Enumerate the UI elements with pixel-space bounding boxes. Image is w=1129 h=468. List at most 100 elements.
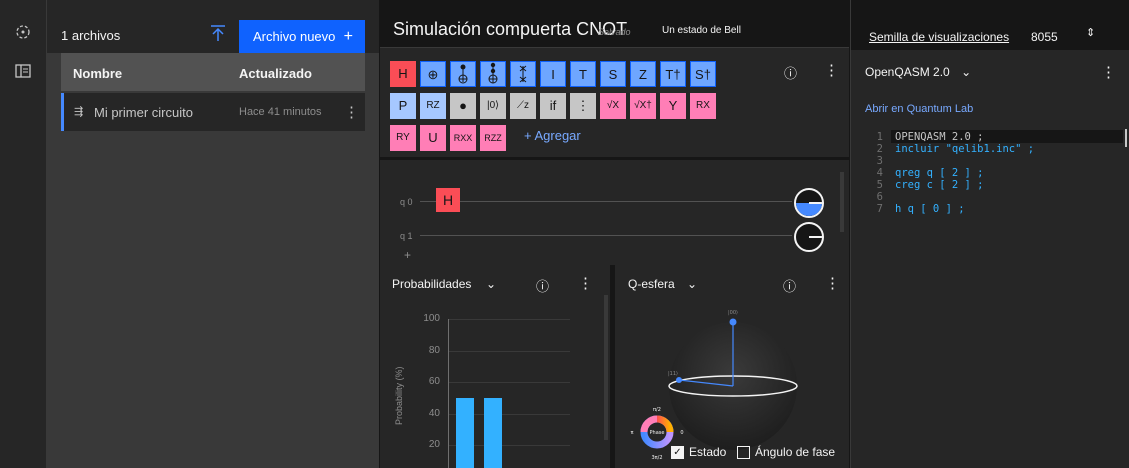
- seed-stepper-icon[interactable]: ⇕: [1086, 26, 1095, 39]
- probability-axis-label: Probability (%): [394, 366, 404, 425]
- y-tick-label: 20: [428, 439, 440, 451]
- y-tick-label: 80: [428, 344, 440, 356]
- add-qubit-icon[interactable]: +: [404, 248, 411, 262]
- gate-rz[interactable]: RZ: [420, 93, 446, 119]
- app-root: 1 archivos Archivo nuevo + Nombre Actual…: [0, 0, 1129, 468]
- scrollbar[interactable]: [840, 172, 844, 232]
- left-rail: [0, 0, 47, 468]
- overflow-menu-icon[interactable]: ⋮: [578, 274, 593, 292]
- gate-tdg[interactable]: T†: [660, 61, 686, 87]
- bloch-meter-q0: [794, 188, 824, 218]
- gate-measure[interactable]: ⟋z: [510, 93, 536, 119]
- state-checkbox[interactable]: ✓ Estado: [671, 445, 727, 460]
- probabilities-chart: Probability (%) 100 80 60 40 20: [380, 305, 610, 468]
- upload-icon[interactable]: [209, 24, 227, 42]
- gate-t[interactable]: T: [570, 61, 596, 87]
- probabilities-panel: Probabilidades ⌄ ⓘ ⋮ Probability (%) 100…: [380, 265, 610, 468]
- overflow-menu-icon[interactable]: ⋮: [344, 103, 359, 121]
- svg-text:π: π: [630, 430, 633, 436]
- grid-line: [448, 350, 570, 352]
- gate-ry[interactable]: RY: [390, 125, 416, 151]
- title-bar: Simulación compuerta CNOT Salvado Un est…: [380, 8, 849, 44]
- checkbox-checked-icon[interactable]: ✓: [671, 446, 684, 460]
- gate-palette: H ⊕ I T S Z T† S† ⓘ ⋮ P RZ ● |0⟩ ⟋z if ⋮…: [380, 47, 849, 157]
- overflow-menu-icon[interactable]: ⋮: [825, 274, 840, 292]
- panel-icon[interactable]: [14, 64, 32, 82]
- compass-icon[interactable]: [14, 24, 32, 42]
- file-updated: Hace 41 minutos: [239, 106, 322, 118]
- language-select[interactable]: OpenQASM 2.0 ⌄: [865, 65, 971, 79]
- gate-y[interactable]: Y: [660, 93, 686, 119]
- y-axis-line: [448, 319, 449, 468]
- y-tick-label: 40: [428, 407, 440, 419]
- gate-ccx[interactable]: [480, 61, 506, 87]
- circuit-description[interactable]: Un estado de Bell: [662, 25, 741, 36]
- info-icon[interactable]: ⓘ: [784, 63, 797, 82]
- info-icon[interactable]: ⓘ: [536, 276, 549, 295]
- code-editor-column: Semilla de visualizaciones 8055 ⇕ OpenQA…: [850, 0, 1129, 468]
- open-quantum-lab-link[interactable]: Abrir en Quantum Lab: [865, 103, 973, 115]
- overflow-menu-icon[interactable]: ⋮: [1101, 63, 1116, 81]
- qsphere-title[interactable]: Q-esfera: [628, 277, 675, 291]
- gate-reset[interactable]: |0⟩: [480, 93, 506, 119]
- gate-toffoli[interactable]: [450, 61, 476, 87]
- save-status: Salvado: [598, 27, 631, 37]
- gate-rx[interactable]: RX: [690, 93, 716, 119]
- page-title[interactable]: Simulación compuerta CNOT: [393, 19, 627, 40]
- gate-i[interactable]: I: [540, 61, 566, 87]
- qubit-wire-q0: [420, 201, 792, 202]
- text-cursor: [1125, 129, 1127, 147]
- new-file-button[interactable]: Archivo nuevo +: [239, 20, 365, 53]
- circuit-icon: ⇶: [74, 106, 84, 118]
- add-gate-link[interactable]: + Agregar: [524, 128, 581, 143]
- gate-sxdg[interactable]: √X†: [630, 93, 656, 119]
- bloch-meter-q1: [794, 222, 824, 252]
- phase-angle-checkbox-label: Ángulo de fase: [755, 445, 836, 459]
- file-name[interactable]: Mi primer circuito: [94, 105, 193, 120]
- placed-gate-h[interactable]: H: [436, 188, 460, 212]
- bar-11[interactable]: [484, 398, 502, 468]
- table-row[interactable]: ⇶ Mi primer circuito Hace 41 minutos ⋮: [61, 93, 365, 131]
- files-count: 1 archivos: [61, 28, 121, 43]
- gate-rzz[interactable]: RZZ: [480, 125, 506, 151]
- seed-bar: Semilla de visualizaciones 8055 ⇕: [851, 8, 1129, 48]
- state-label-11: |11⟩: [668, 371, 678, 377]
- column-updated[interactable]: Actualizado: [239, 66, 312, 81]
- gate-h[interactable]: H: [390, 61, 416, 87]
- probabilities-title[interactable]: Probabilidades: [392, 277, 471, 291]
- phase-angle-checkbox[interactable]: Ángulo de fase: [737, 445, 836, 460]
- gate-u[interactable]: U: [420, 125, 446, 151]
- gate-swap[interactable]: [510, 61, 536, 87]
- files-panel: 1 archivos Archivo nuevo + Nombre Actual…: [47, 0, 379, 468]
- gate-barrier[interactable]: ●: [450, 93, 476, 119]
- files-table-header: Nombre Actualizado: [61, 53, 365, 91]
- overflow-menu-icon[interactable]: ⋮: [824, 61, 839, 79]
- code-panel: OpenQASM 2.0 ⌄ ⋮ Abrir en Quantum Lab 1O…: [851, 50, 1129, 468]
- chevron-down-icon[interactable]: ⌄: [687, 277, 697, 291]
- visualization-seed-value[interactable]: 8055: [1031, 30, 1058, 44]
- chevron-down-icon[interactable]: ⌄: [486, 277, 496, 291]
- gate-if[interactable]: if: [540, 93, 566, 119]
- gate-barrier-dashed[interactable]: ⋮: [570, 93, 596, 119]
- bar-00[interactable]: [456, 398, 474, 468]
- state-checkbox-label: Estado: [689, 445, 727, 459]
- gate-p[interactable]: P: [390, 93, 416, 119]
- svg-text:3π/2: 3π/2: [651, 455, 662, 461]
- info-icon[interactable]: ⓘ: [783, 276, 796, 295]
- gate-s[interactable]: S: [600, 61, 626, 87]
- column-name[interactable]: Nombre: [73, 66, 122, 81]
- gate-sdg[interactable]: S†: [690, 61, 716, 87]
- grid-line: [448, 382, 570, 384]
- qubit-label-q0: q 0: [400, 197, 413, 207]
- checkbox-unchecked-icon[interactable]: [737, 446, 750, 460]
- svg-text:π/2: π/2: [653, 407, 661, 413]
- gate-rxx[interactable]: RXX: [450, 125, 476, 151]
- gate-cnot[interactable]: ⊕: [420, 61, 446, 87]
- circuit-canvas[interactable]: q 0 H q 1 +: [380, 160, 849, 265]
- gate-sx[interactable]: √X: [600, 93, 626, 119]
- gate-z[interactable]: Z: [630, 61, 656, 87]
- svg-text:0: 0: [680, 430, 683, 436]
- state-point-11: [676, 377, 682, 383]
- scrollbar[interactable]: [604, 295, 608, 440]
- visualization-seed-label[interactable]: Semilla de visualizaciones: [869, 30, 1009, 44]
